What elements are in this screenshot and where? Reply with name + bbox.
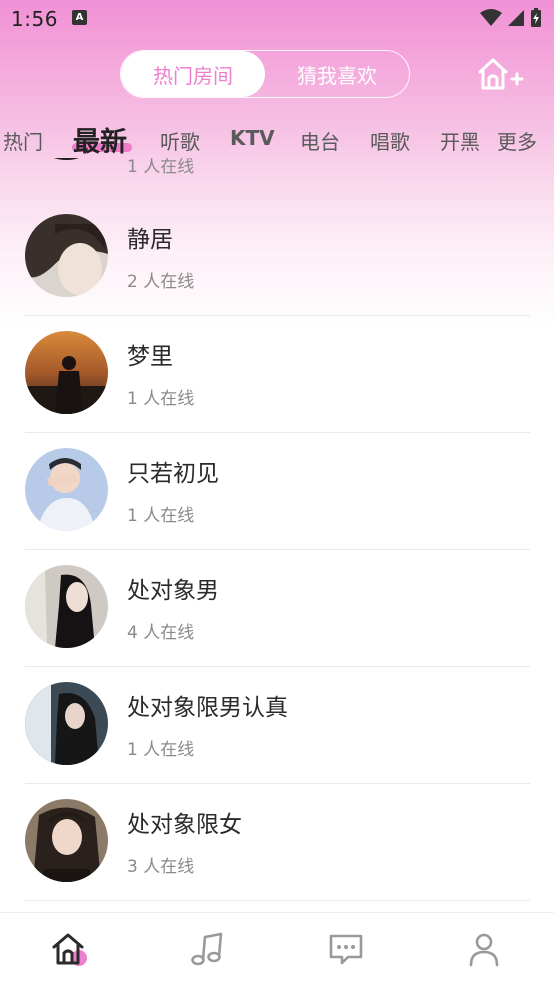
room-row[interactable]: 只若初见 1 人在线 (0, 432, 554, 549)
room-online-count: 1 人在线 (127, 506, 195, 526)
room-online-count: 1 人在线 (127, 740, 195, 760)
room-avatar (25, 565, 108, 648)
tab-newest[interactable]: 最新 (73, 120, 127, 159)
room-avatar (25, 448, 108, 531)
room-name: 处对象限男认真 (127, 695, 288, 721)
home-plus-icon (478, 58, 524, 90)
room-avatar (25, 331, 108, 414)
room-name: 静居 (127, 227, 173, 253)
room-avatar (25, 214, 108, 297)
room-row[interactable]: 静居 2 人在线 (0, 198, 554, 315)
profile-icon (469, 933, 499, 967)
room-row[interactable]: 梦里 1 人在线 (0, 315, 554, 432)
room-row[interactable]: 处对象限女 3 人在线 (0, 783, 554, 900)
tab-ktv[interactable]: KTV (230, 126, 275, 150)
room-online-count: 1 人在线 (127, 389, 195, 409)
tab-guess-like[interactable]: 猜我喜欢 (265, 51, 409, 97)
room-row[interactable]: 处对象男 4 人在线 (0, 549, 554, 666)
notification-icon: A (72, 10, 87, 25)
divider (25, 900, 530, 901)
bottom-navigation (0, 912, 554, 985)
nav-music[interactable] (188, 929, 228, 969)
music-note-icon (191, 932, 223, 966)
room-name: 只若初见 (127, 461, 219, 487)
create-room-button[interactable] (474, 56, 526, 92)
tab-listen[interactable]: 听歌 (160, 126, 200, 155)
room-online-count: 4 人在线 (127, 623, 195, 643)
signal-icon (508, 10, 524, 26)
room-online-count: 2 人在线 (127, 272, 195, 292)
tab-game[interactable]: 开黑 (440, 126, 480, 155)
room-online-count: 1 人在线 (127, 158, 195, 177)
nav-profile[interactable] (464, 929, 504, 969)
chat-icon (329, 934, 363, 965)
tab-more[interactable]: 更多 (497, 126, 537, 155)
nav-messages[interactable] (326, 929, 366, 969)
battery-icon (531, 8, 541, 27)
room-name: 梦里 (127, 344, 173, 370)
room-name: 处对象限女 (127, 812, 242, 838)
tab-radio[interactable]: 电台 (300, 126, 340, 155)
room-name: 处对象男 (127, 578, 219, 604)
room-row[interactable]: 1 人在线 (0, 158, 554, 178)
room-online-count: 3 人在线 (127, 857, 195, 877)
home-icon (52, 933, 87, 966)
tab-hot-rooms[interactable]: 热门房间 (121, 51, 265, 97)
room-avatar (25, 799, 108, 882)
status-bar: 1:56 A (0, 0, 554, 38)
tab-sing[interactable]: 唱歌 (370, 126, 410, 155)
status-time: 1:56 (11, 7, 58, 31)
tab-hot[interactable]: 热门 (3, 126, 43, 155)
nav-home[interactable] (50, 929, 90, 969)
room-row[interactable]: 处对象限男认真 1 人在线 (0, 666, 554, 783)
room-list: 1 人在线 静居 2 人在线 梦里 1 人在线 只若初见 1 人在线 处对象男 … (0, 158, 554, 912)
category-tabs: 热门 最新 听歌 KTV 电台 唱歌 开黑 更多 (0, 118, 554, 158)
room-segmented-control: 热门房间 猜我喜欢 (120, 50, 410, 98)
wifi-icon (480, 9, 502, 26)
room-avatar (25, 682, 108, 765)
